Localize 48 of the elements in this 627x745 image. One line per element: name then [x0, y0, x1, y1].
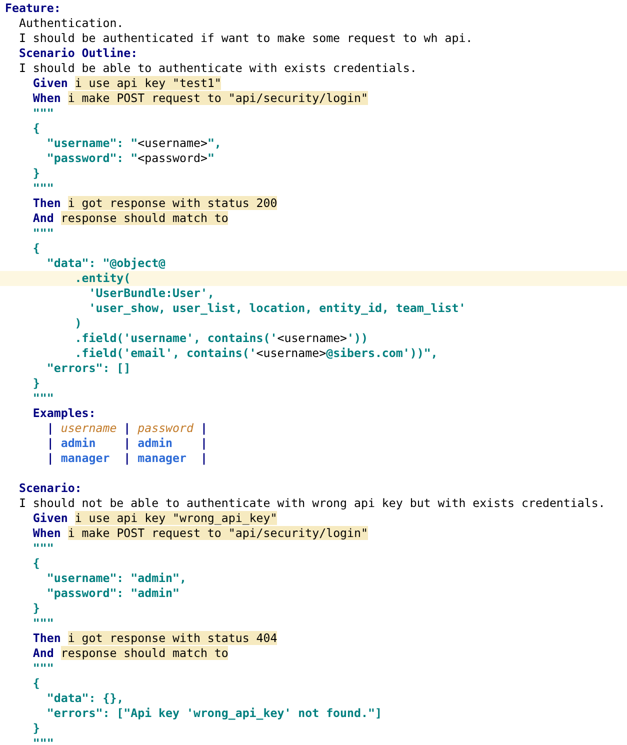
code-line: """ — [32, 226, 55, 241]
code-line: Then i got response with status 200 — [32, 196, 278, 211]
code-line: """ — [32, 736, 55, 745]
code-line: 'UserBundle:User', — [88, 286, 216, 301]
code-line: | username | password | — [46, 421, 208, 436]
code-line: "username": "<username>", — [46, 136, 222, 151]
code-line: """ — [32, 181, 55, 196]
code-line: } — [32, 166, 41, 181]
code-line: Examples: — [32, 406, 97, 421]
code-line: I should not be able to authenticate with wrong api key but with exists credentials. — [18, 496, 606, 511]
code-line: } — [32, 376, 41, 391]
code-line: Scenario Outline: — [18, 46, 139, 61]
code-line: | admin | admin | — [46, 436, 208, 451]
code-line: "password": "<password>" — [46, 151, 216, 166]
code-line: 'user_show, user_list, location, entity_id, team_list' — [88, 301, 467, 316]
code-line: When i make POST request to "api/security/login" — [32, 91, 369, 106]
code-line: "data": {}, — [46, 691, 125, 706]
code-line: } — [32, 721, 41, 736]
code-line: "username": "admin", — [46, 571, 188, 586]
code-line: """ — [32, 391, 55, 406]
code-line: Feature: — [4, 1, 62, 16]
code-line: "errors": ["Api key 'wrong_api_key' not found."] — [46, 706, 383, 721]
code-line: { — [32, 241, 41, 256]
code-line: { — [32, 676, 41, 691]
code-line: Scenario: — [18, 481, 83, 496]
code-line: "errors": [] — [46, 361, 132, 376]
code-line: """ — [32, 661, 55, 676]
code-line: I should be able to authenticate with exists credentials. — [18, 61, 418, 76]
code-line: Authentication. — [18, 16, 125, 31]
code-line: Then i got response with status 404 — [32, 631, 278, 646]
code-line: { — [32, 121, 41, 136]
code-line: "data": "@object@ — [46, 256, 167, 271]
code-line: I should be authenticated if want to make some request to wh api. — [18, 31, 474, 46]
code-line: { — [32, 556, 41, 571]
code-line: When i make POST request to "api/security/login" — [32, 526, 369, 541]
code-line: """ — [32, 616, 55, 631]
code-line: ) — [74, 316, 83, 331]
code-line: | manager | manager | — [46, 451, 208, 466]
code-line: Given i use api key "test1" — [32, 76, 222, 91]
code-line: .field('username', contains('<username>')) — [74, 331, 369, 346]
code-line: Given i use api key "wrong_api_key" — [32, 511, 278, 526]
code-line: And response should match to — [32, 211, 230, 226]
code-line: And response should match to — [32, 646, 230, 661]
code-line: } — [32, 601, 41, 616]
code-line: .field('email', contains('<username>@sibers.com'))", — [74, 346, 439, 361]
code-line: """ — [32, 541, 55, 556]
code-line: "password": "admin" — [46, 586, 181, 601]
code-line: """ — [32, 106, 55, 121]
